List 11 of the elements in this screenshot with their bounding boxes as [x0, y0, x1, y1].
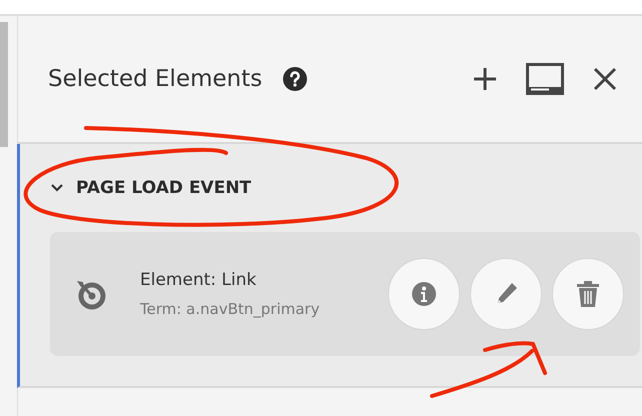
section-header[interactable]: PAGE LOAD EVENT	[50, 144, 252, 232]
panel-title: Selected Elements	[48, 66, 262, 92]
panel-layout-icon[interactable]	[526, 63, 564, 95]
info-icon	[411, 281, 437, 307]
trash-icon	[576, 280, 600, 308]
element-name: Element: Link	[140, 270, 258, 290]
element-term: Term: a.navBtn_primary	[140, 300, 321, 318]
chevron-icon	[50, 183, 64, 193]
help-icon[interactable]	[282, 66, 308, 92]
close-icon[interactable]	[592, 66, 618, 92]
add-icon[interactable]	[472, 66, 498, 92]
